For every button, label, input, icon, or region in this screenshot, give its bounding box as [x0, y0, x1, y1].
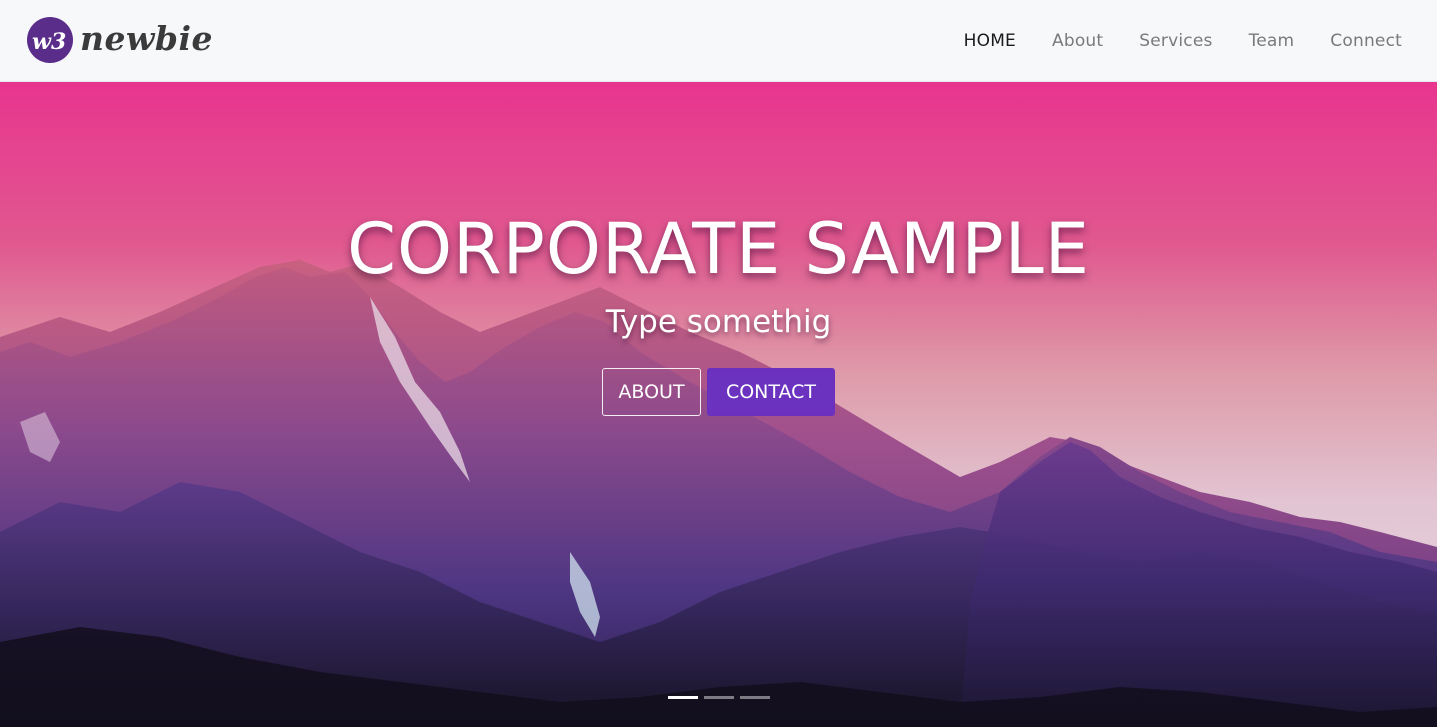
nav-link-about[interactable]: About [1052, 31, 1103, 51]
hero-title: CORPORATE SAMPLE [347, 208, 1090, 290]
nav-link-team[interactable]: Team [1249, 31, 1295, 51]
hero-subtitle: Type somethig [605, 304, 832, 340]
nav-link-home[interactable]: HOME [964, 31, 1016, 51]
carousel-indicator-1[interactable] [667, 696, 698, 699]
carousel-indicator-3[interactable] [739, 696, 770, 699]
main-nav: HOME About Services Team Connect [928, 0, 1402, 82]
w3-logo-icon: w3 [27, 17, 73, 63]
carousel-indicator-2[interactable] [703, 696, 734, 699]
hero-button-group: ABOUT CONTACT [0, 368, 1437, 416]
nav-link-services[interactable]: Services [1139, 31, 1212, 51]
carousel-indicators [0, 696, 1437, 699]
brand-logo[interactable]: w3 newbie [26, 14, 213, 66]
navbar: w3 newbie HOME About Services Team Conne… [0, 0, 1437, 82]
logo-mark-text: w3 [32, 29, 66, 55]
hero-carousel: CORPORATE SAMPLE Type somethig ABOUT CON… [0, 82, 1437, 727]
brand-name: newbie [80, 18, 214, 58]
nav-link-connect[interactable]: Connect [1330, 31, 1402, 51]
about-button[interactable]: ABOUT [602, 368, 701, 416]
contact-button[interactable]: CONTACT [707, 368, 835, 416]
